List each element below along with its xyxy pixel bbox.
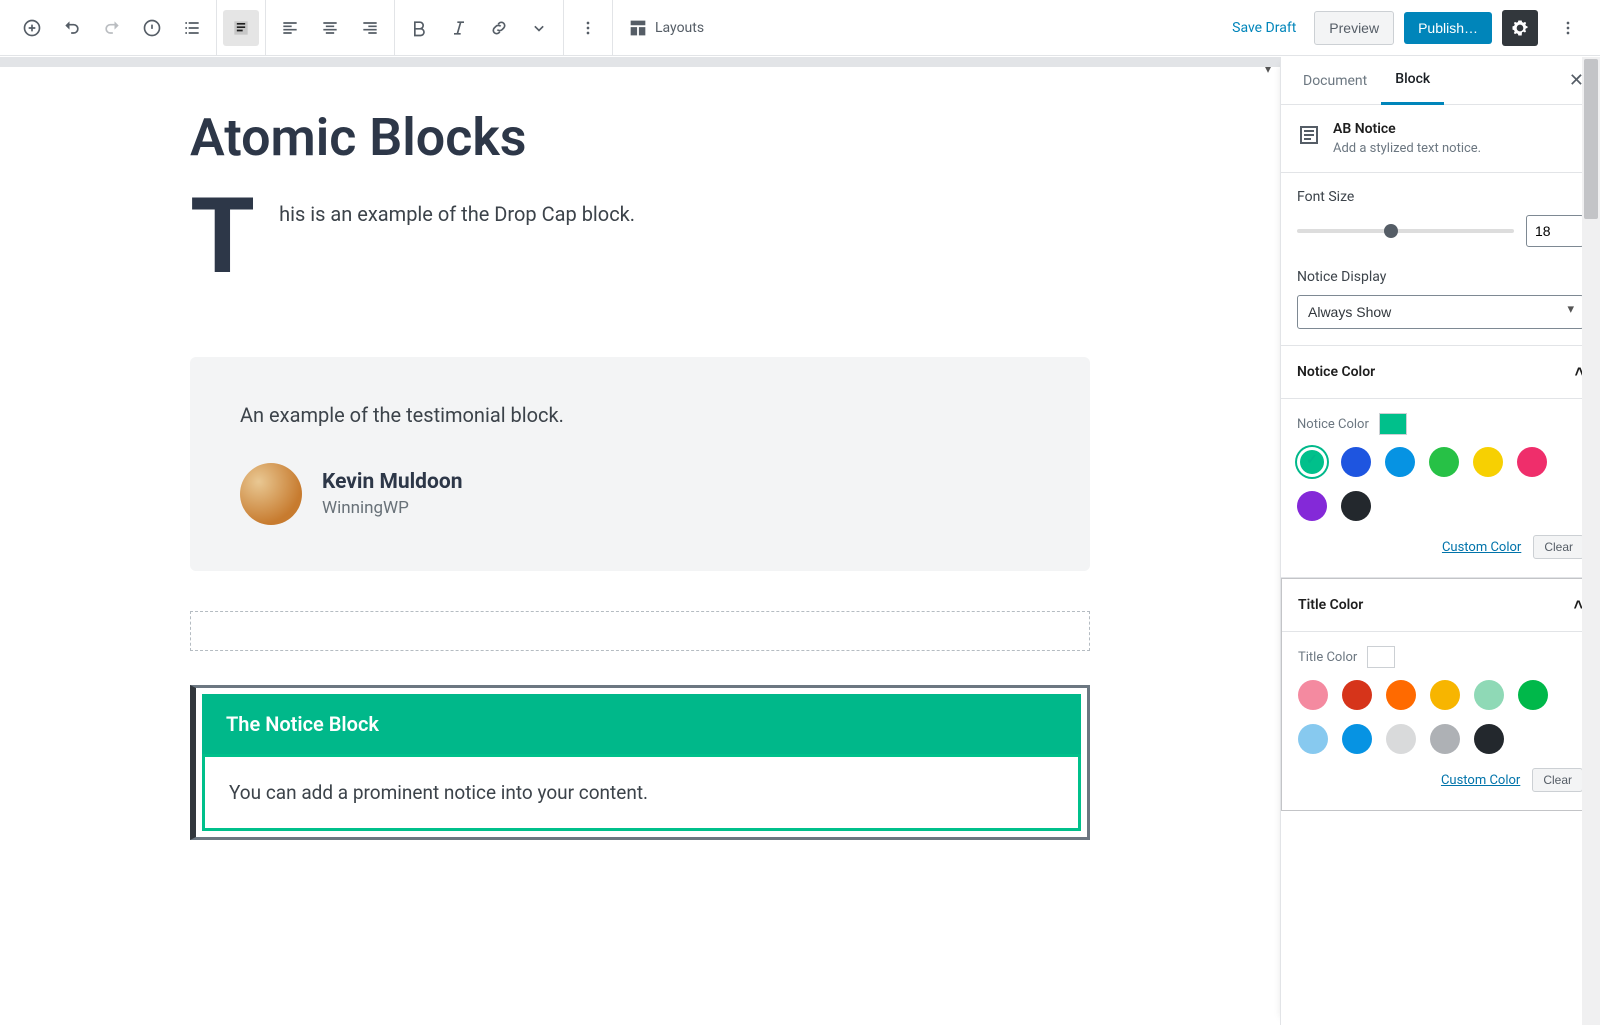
block-info-title: AB Notice [1333, 121, 1481, 137]
title-color-option[interactable] [1518, 680, 1548, 710]
drop-cap-text: his is an example of the Drop Cap block. [279, 198, 635, 226]
add-block-button[interactable] [14, 10, 50, 46]
notice-color-current [1379, 413, 1407, 435]
notice-color-option[interactable] [1473, 447, 1503, 477]
notice-color-option[interactable] [1297, 447, 1327, 477]
notice-color-option[interactable] [1341, 447, 1371, 477]
more-menu-button[interactable] [1550, 10, 1586, 46]
title-color-option[interactable] [1386, 680, 1416, 710]
tab-block[interactable]: Block [1381, 57, 1444, 105]
font-size-slider[interactable] [1297, 229, 1514, 233]
align-right-button[interactable] [352, 10, 388, 46]
save-draft-link[interactable]: Save Draft [1224, 20, 1304, 36]
title-color-option[interactable] [1430, 680, 1460, 710]
layouts-label: Layouts [655, 20, 704, 36]
notice-display-select[interactable]: Always Show [1297, 295, 1584, 329]
content-structure-button[interactable] [134, 10, 170, 46]
tab-document[interactable]: Document [1289, 57, 1381, 105]
notice-color-clear-button[interactable]: Clear [1533, 535, 1584, 559]
title-color-label: Title Color [1298, 650, 1357, 665]
drop-cap-block[interactable]: T his is an example of the Drop Cap bloc… [190, 198, 1090, 277]
title-color-heading[interactable]: Title Color ˄ [1282, 579, 1599, 632]
notice-color-option[interactable] [1429, 447, 1459, 477]
notice-custom-color-link[interactable]: Custom Color [1442, 540, 1521, 555]
title-color-option[interactable] [1430, 724, 1460, 754]
bold-button[interactable] [401, 10, 437, 46]
link-button[interactable] [481, 10, 517, 46]
testimonial-author-name: Kevin Muldoon [322, 470, 462, 494]
settings-button[interactable] [1502, 10, 1538, 46]
testimonial-block[interactable]: An example of the testimonial block. Kev… [190, 357, 1090, 571]
layouts-button[interactable]: Layouts [617, 17, 714, 39]
notice-title[interactable]: The Notice Block [202, 694, 1081, 754]
avatar [240, 463, 302, 525]
drop-cap-letter: T [190, 198, 255, 277]
undo-button[interactable] [54, 10, 90, 46]
testimonial-text: An example of the testimonial block. [240, 403, 1040, 427]
notice-color-heading[interactable]: Notice Color ˄ [1281, 346, 1600, 399]
block-options-button[interactable] [570, 10, 606, 46]
align-center-button[interactable] [312, 10, 348, 46]
collapse-sidebar-icon[interactable]: ▾ [1256, 57, 1280, 81]
title-color-option[interactable] [1298, 680, 1328, 710]
italic-button[interactable] [441, 10, 477, 46]
redo-button[interactable] [94, 10, 130, 46]
post-title[interactable]: Atomic Blocks [190, 107, 1090, 168]
notice-color-option[interactable] [1517, 447, 1547, 477]
preview-button[interactable]: Preview [1314, 11, 1394, 45]
testimonial-author-sub: WinningWP [322, 498, 462, 518]
font-size-label: Font Size [1297, 189, 1584, 205]
block-navigation-button[interactable] [174, 10, 210, 46]
notice-block[interactable]: The Notice Block You can add a prominent… [190, 685, 1090, 840]
title-color-option[interactable] [1474, 724, 1504, 754]
title-color-option[interactable] [1386, 724, 1416, 754]
align-left-button[interactable] [272, 10, 308, 46]
notice-display-label: Notice Display [1297, 269, 1584, 285]
publish-button[interactable]: Publish… [1404, 12, 1492, 44]
sidebar-scrollbar[interactable] [1582, 57, 1600, 1025]
font-size-input[interactable] [1526, 215, 1584, 247]
title-color-option[interactable] [1342, 680, 1372, 710]
notice-body[interactable]: You can add a prominent notice into your… [202, 754, 1081, 831]
editor-canvas[interactable]: ▾ Atomic Blocks T his is an example of t… [0, 57, 1280, 1025]
empty-paragraph-block[interactable] [190, 611, 1090, 651]
settings-sidebar: Document Block ✕ AB Notice Add a stylize… [1280, 57, 1600, 1025]
title-custom-color-link[interactable]: Custom Color [1441, 773, 1520, 788]
block-info-desc: Add a stylized text notice. [1333, 141, 1481, 156]
editor-toolbar: Layouts Save Draft Preview Publish… [0, 0, 1600, 56]
title-color-clear-button[interactable]: Clear [1532, 768, 1583, 792]
title-color-current [1367, 646, 1395, 668]
notice-color-option[interactable] [1341, 491, 1371, 521]
notice-color-option[interactable] [1297, 491, 1327, 521]
notice-color-label: Notice Color [1297, 417, 1369, 432]
notice-block-icon [1297, 123, 1321, 147]
block-type-paragraph-button[interactable] [223, 10, 259, 46]
title-color-option[interactable] [1474, 680, 1504, 710]
notice-color-option[interactable] [1385, 447, 1415, 477]
title-color-option[interactable] [1298, 724, 1328, 754]
title-color-option[interactable] [1342, 724, 1372, 754]
more-formatting-button[interactable] [521, 10, 557, 46]
